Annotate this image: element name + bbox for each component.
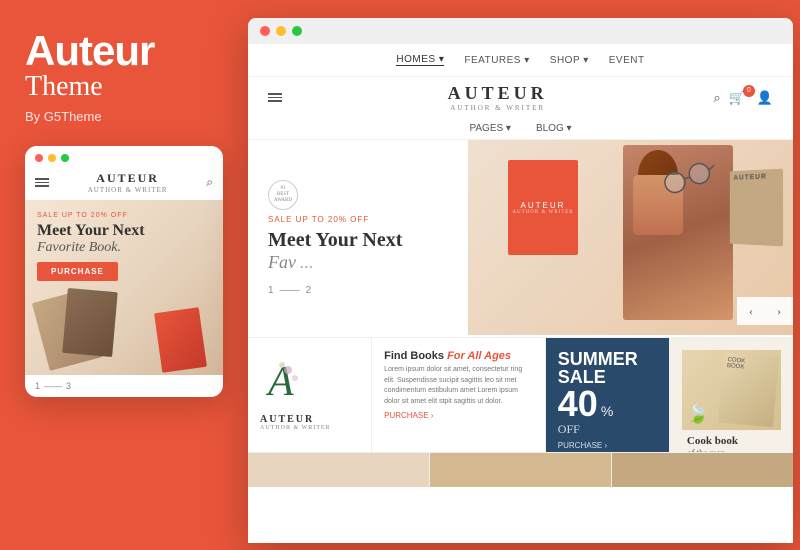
nav-features[interactable]: FEATURES ▾ [464,55,529,66]
mobile-dot-green [61,154,69,162]
browser-chrome [248,18,793,44]
carousel-next-button[interactable]: › [765,297,793,325]
left-panel: Auteur Theme By G5Theme AUTEUR AUTHOR & … [0,0,248,550]
mobile-search-icon[interactable]: ⌕ [206,175,213,190]
site-header: AUTEUR AUTHOR & WRITER ⌕ 🛒 👤 [248,77,793,118]
feature-card-logo: A AUTEUR AUTHOR & WRITER [248,338,371,452]
nav-blog[interactable]: BLOG ▾ [536,123,572,134]
bottom-strip-card-2 [430,453,611,487]
bottom-strip-card-1 [248,453,429,487]
hero-left: #1BESTAWARD SALE UP TO 20% OFF Meet Your… [248,140,468,335]
site-hero: #1BESTAWARD SALE UP TO 20% OFF Meet Your… [248,140,793,335]
hero-heading2: Fav [268,253,296,271]
bottom-strip-card-3 [612,453,793,487]
hero-nav-dots: 1 —— 2 [268,285,448,296]
mobile-purchase-button[interactable]: PURCHASE [37,262,118,281]
hero-award: #1BESTAWARD [268,180,448,210]
nav-event[interactable]: EVENT [609,55,645,66]
user-icon[interactable]: 👤 [757,90,773,106]
carousel-nav: ‹ › [737,297,793,325]
mobile-book2 [62,288,117,357]
nav-pages[interactable]: PAGES ▾ [469,123,511,134]
find-books-link[interactable]: PURCHASE › [384,411,533,420]
feature-card-cookbook: COOKBOOK 🍃 Cook book of the mon... PURCH… [670,338,793,452]
search-icon[interactable]: ⌕ [713,90,720,106]
browser-dot-green[interactable] [292,26,302,36]
hero-right: AUTEUR AUTHOR & WRITER A [468,140,793,335]
find-books-title: Find Books For All Ages [384,350,533,362]
mobile-nav: 1 —— 3 [25,375,223,397]
cookbook-image: COOKBOOK 🍃 [682,350,781,430]
carousel-prev-button[interactable]: ‹ [737,297,765,325]
hero-book-main: AUTEUR AUTHOR & WRITER [508,160,578,255]
mobile-dot-yellow [48,154,56,162]
find-books-text: Lorem ipsum dolor sit amet, consectetur … [384,365,533,407]
hero-book-side: AUTEUR [730,169,783,247]
mobile-book3 [154,307,207,373]
mobile-menu-icon[interactable] [35,178,49,187]
feature-card-summer-sale: SUMMER SALE 40 % OFF PURCHASE › [546,338,669,452]
site-icons: ⌕ 🛒 👤 [713,90,773,106]
auteur-logo-letter: A [260,350,359,410]
mobile-dot-red [35,154,43,162]
feature-cards: A AUTEUR AUTHOR & WRITER Find Books For … [248,337,793,452]
brand-by: By G5Theme [25,109,102,124]
cookbook-title: Cook book [687,435,776,448]
mobile-preview-card: AUTEUR AUTHOR & WRITER ⌕ SALE UP TO 20% … [25,146,223,397]
browser-content: HOMES ▾ FEATURES ▾ SHOP ▾ EVENT AUTEUR A… [248,44,793,539]
feature-card-find-books: Find Books For All Ages Lorem ipsum dolo… [372,338,545,452]
hero-heading2-end: ... [300,252,314,273]
site-nav-second: PAGES ▾ BLOG ▾ [248,118,793,140]
browser-dot-red[interactable] [260,26,270,36]
mobile-brand: AUTEUR AUTHOR & WRITER [88,171,168,194]
cookbook-subtitle: of the mon... [687,448,776,452]
mobile-header: AUTEUR AUTHOR & WRITER ⌕ [25,167,223,200]
summer-sale-link[interactable]: PURCHASE › [558,441,657,450]
bottom-strip [248,452,793,487]
award-circle: #1BESTAWARD [268,180,298,210]
cart-icon[interactable]: 🛒 [729,90,749,106]
brand-title: Auteur [25,30,154,72]
browser-dot-yellow[interactable] [276,26,286,36]
mobile-dots [25,146,223,167]
nav-homes[interactable]: HOMES ▾ [396,54,444,66]
brand-subtitle: Theme [25,72,103,103]
browser-window: HOMES ▾ FEATURES ▾ SHOP ▾ EVENT AUTEUR A… [248,18,793,543]
nav-shop[interactable]: SHOP ▾ [550,55,589,66]
site-nav-top: HOMES ▾ FEATURES ▾ SHOP ▾ EVENT [248,44,793,77]
site-menu-icon[interactable] [268,93,282,102]
mobile-hero: SALE UP TO 20% OFF Meet Your Next Favori… [25,200,223,375]
site-logo: AUTEUR AUTHOR & WRITER [282,83,713,112]
